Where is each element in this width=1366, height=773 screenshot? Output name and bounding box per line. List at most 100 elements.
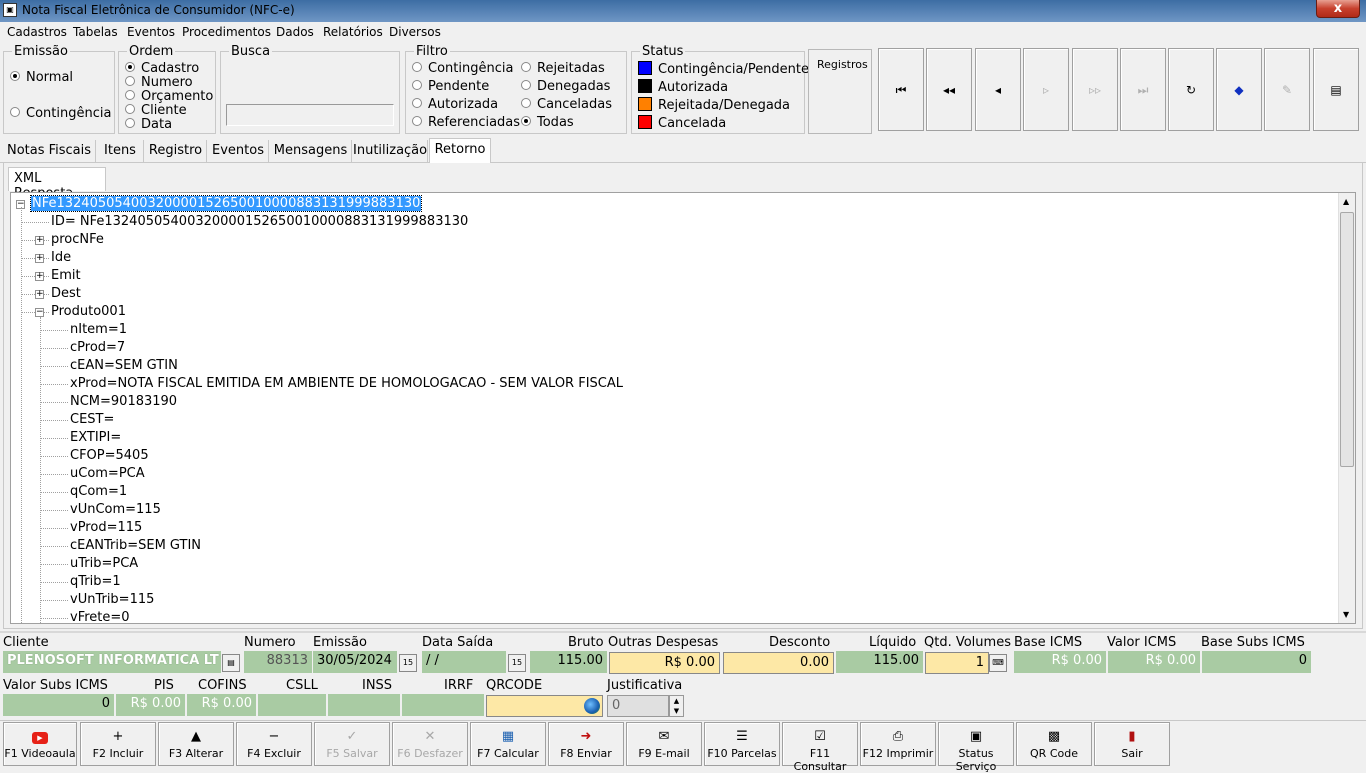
tree-node[interactable]: vProd=115: [70, 520, 142, 535]
menu-cadastros[interactable]: Cadastros: [7, 25, 67, 39]
menu-tabelas[interactable]: Tabelas: [73, 25, 118, 39]
tree-node[interactable]: qTrib=1: [70, 574, 121, 589]
f12-imprimir-button[interactable]: ⎙ F12 Imprimir: [860, 722, 936, 766]
filtro-referenciadas-radio[interactable]: Referenciadas: [412, 115, 520, 130]
justificativa-field[interactable]: 0: [607, 695, 669, 717]
filtro-canceladas-radio[interactable]: Canceladas: [521, 97, 612, 112]
menu-procedimentos[interactable]: Procedimentos: [182, 25, 271, 39]
outras-despesas-field[interactable]: R$ 0.00: [609, 652, 720, 674]
tree-node[interactable]: EXTIPI=: [70, 430, 121, 445]
irrf-field[interactable]: [402, 694, 484, 716]
ordem-cliente-radio[interactable]: Cliente: [125, 103, 187, 118]
tab-notas-fiscais[interactable]: Notas Fiscais: [3, 140, 96, 162]
tab-eventos[interactable]: Eventos: [208, 140, 269, 162]
ordem-cadastro-radio[interactable]: Cadastro: [125, 61, 199, 76]
collapse-node-icon[interactable]: −: [35, 308, 44, 317]
menu-diversos[interactable]: Diversos: [389, 25, 441, 39]
tree-node[interactable]: vFrete=0: [70, 610, 130, 623]
tree-node[interactable]: ID= NFe132405054003200001526500100008831…: [51, 214, 468, 229]
ordem-orcamento-radio[interactable]: Orçamento: [125, 89, 213, 104]
scroll-down-arrow-icon[interactable]: ▼: [1343, 610, 1349, 619]
base-icms-field[interactable]: R$ 0.00: [1014, 651, 1106, 673]
inss-field[interactable]: [328, 694, 400, 716]
tree-node[interactable]: Dest: [51, 286, 81, 301]
data-saida-field[interactable]: / /: [422, 651, 506, 673]
menu-eventos[interactable]: Eventos: [127, 25, 175, 39]
emissao-contingencia-radio[interactable]: Contingência: [10, 106, 111, 121]
justificativa-spinner[interactable]: ▲ ▼: [669, 695, 684, 717]
filtro-contingencia-radio[interactable]: Contingência: [412, 61, 513, 76]
first-record-button[interactable]: ⏮: [878, 48, 924, 131]
tree-node[interactable]: cProd=7: [70, 340, 125, 355]
f6-desfazer-button[interactable]: ✕ F6 Desfazer: [392, 722, 468, 766]
form-button[interactable]: ▤: [1313, 48, 1359, 131]
tree-node[interactable]: vUnCom=115: [70, 502, 161, 517]
qtd-volumes-field[interactable]: 1: [925, 652, 989, 674]
tree-node[interactable]: Emit: [51, 268, 81, 283]
expand-node-icon[interactable]: +: [35, 254, 44, 263]
f8-enviar-button[interactable]: ➜ F8 Enviar: [548, 722, 624, 766]
tree-node[interactable]: NFe1324050540032000015265001000088313199…: [29, 195, 423, 212]
filtro-rejeitadas-radio[interactable]: Rejeitadas: [521, 61, 605, 76]
sair-button[interactable]: ▮ Sair: [1094, 722, 1170, 766]
tab-retorno[interactable]: Retorno: [429, 138, 491, 163]
tree-node[interactable]: xProd=NOTA FISCAL EMITIDA EM AMBIENTE DE…: [70, 376, 623, 391]
ordem-data-radio[interactable]: Data: [125, 117, 172, 132]
desconto-field[interactable]: 0.00: [723, 652, 834, 674]
tab-inutilizacao[interactable]: Inutilização: [353, 140, 428, 162]
scrollbar-thumb[interactable]: [1340, 212, 1354, 467]
tree-node[interactable]: cEANTrib=SEM GTIN: [70, 538, 201, 553]
numero-field[interactable]: 88313: [244, 651, 312, 673]
cofins-field[interactable]: R$ 0.00: [187, 694, 256, 716]
goto-button[interactable]: ✎: [1264, 48, 1310, 131]
tree-node[interactable]: qCom=1: [70, 484, 127, 499]
xml-tree-view[interactable]: − NFe132405054003200001526500100008831319…: [10, 192, 1356, 624]
status-servico-button[interactable]: ▣ Status Serviço: [938, 722, 1014, 773]
tree-node[interactable]: Ide: [51, 250, 71, 265]
refresh-button[interactable]: ↻: [1168, 48, 1214, 131]
f2-incluir-button[interactable]: + F2 Incluir: [80, 722, 156, 766]
keyboard-icon[interactable]: ⌨: [989, 654, 1007, 672]
menu-dados[interactable]: Dados: [276, 25, 314, 39]
menu-relatorios[interactable]: Relatórios: [323, 25, 383, 39]
f10-parcelas-button[interactable]: ☰ F10 Parcelas: [704, 722, 780, 766]
emissao-normal-radio[interactable]: Normal: [10, 70, 73, 85]
f9-email-button[interactable]: ✉ F9 E-mail: [626, 722, 702, 766]
f11-consultar-button[interactable]: ☑ F11 Consultar: [782, 722, 858, 773]
ordem-numero-radio[interactable]: Numero: [125, 75, 193, 90]
valor-icms-field[interactable]: R$ 0.00: [1108, 651, 1200, 673]
next-record-button[interactable]: ▹: [1023, 48, 1069, 131]
subtab-xml-resposta[interactable]: XML Resposta: [8, 167, 106, 201]
cliente-lookup-icon[interactable]: ▤: [222, 654, 240, 672]
emissao-field[interactable]: 30/05/2024: [313, 651, 397, 673]
pis-field[interactable]: R$ 0.00: [116, 694, 185, 716]
filtro-pendente-radio[interactable]: Pendente: [412, 79, 489, 94]
tree-node[interactable]: NCM=90183190: [70, 394, 177, 409]
f1-videoaula-button[interactable]: ▶ F1 Videoaula: [3, 722, 77, 766]
tab-itens[interactable]: Itens: [97, 140, 144, 162]
data-saida-calendar-icon[interactable]: 15: [508, 654, 526, 672]
cliente-field[interactable]: PLENOSOFT INFORMATICA LT: [3, 651, 221, 673]
tag-button[interactable]: ◆: [1216, 48, 1262, 131]
filtro-todas-radio[interactable]: Todas: [521, 115, 574, 130]
next-page-button[interactable]: ▹▹: [1072, 48, 1118, 131]
previous-record-button[interactable]: ◂: [975, 48, 1021, 131]
f7-calcular-button[interactable]: ▦ F7 Calcular: [470, 722, 546, 766]
emissao-calendar-icon[interactable]: 15: [399, 654, 417, 672]
bruto-field[interactable]: 115.00: [530, 651, 607, 673]
spin-down-icon[interactable]: ▼: [674, 707, 679, 715]
csll-field[interactable]: [258, 694, 326, 716]
expand-node-icon[interactable]: +: [35, 290, 44, 299]
previous-page-button[interactable]: ◂◂: [926, 48, 972, 131]
valor-subs-icms-field[interactable]: 0: [3, 694, 114, 716]
tree-node[interactable]: nItem=1: [70, 322, 127, 337]
base-subs-icms-field[interactable]: 0: [1202, 651, 1311, 673]
tree-node[interactable]: vUnTrib=115: [70, 592, 154, 607]
tree-node[interactable]: cEAN=SEM GTIN: [70, 358, 178, 373]
expand-node-icon[interactable]: +: [35, 272, 44, 281]
qr-code-button[interactable]: ▩ QR Code: [1016, 722, 1092, 766]
f5-salvar-button[interactable]: ✓ F5 Salvar: [314, 722, 390, 766]
f4-excluir-button[interactable]: − F4 Excluir: [236, 722, 312, 766]
busca-input[interactable]: [226, 104, 394, 126]
last-record-button[interactable]: ⏭: [1120, 48, 1166, 131]
